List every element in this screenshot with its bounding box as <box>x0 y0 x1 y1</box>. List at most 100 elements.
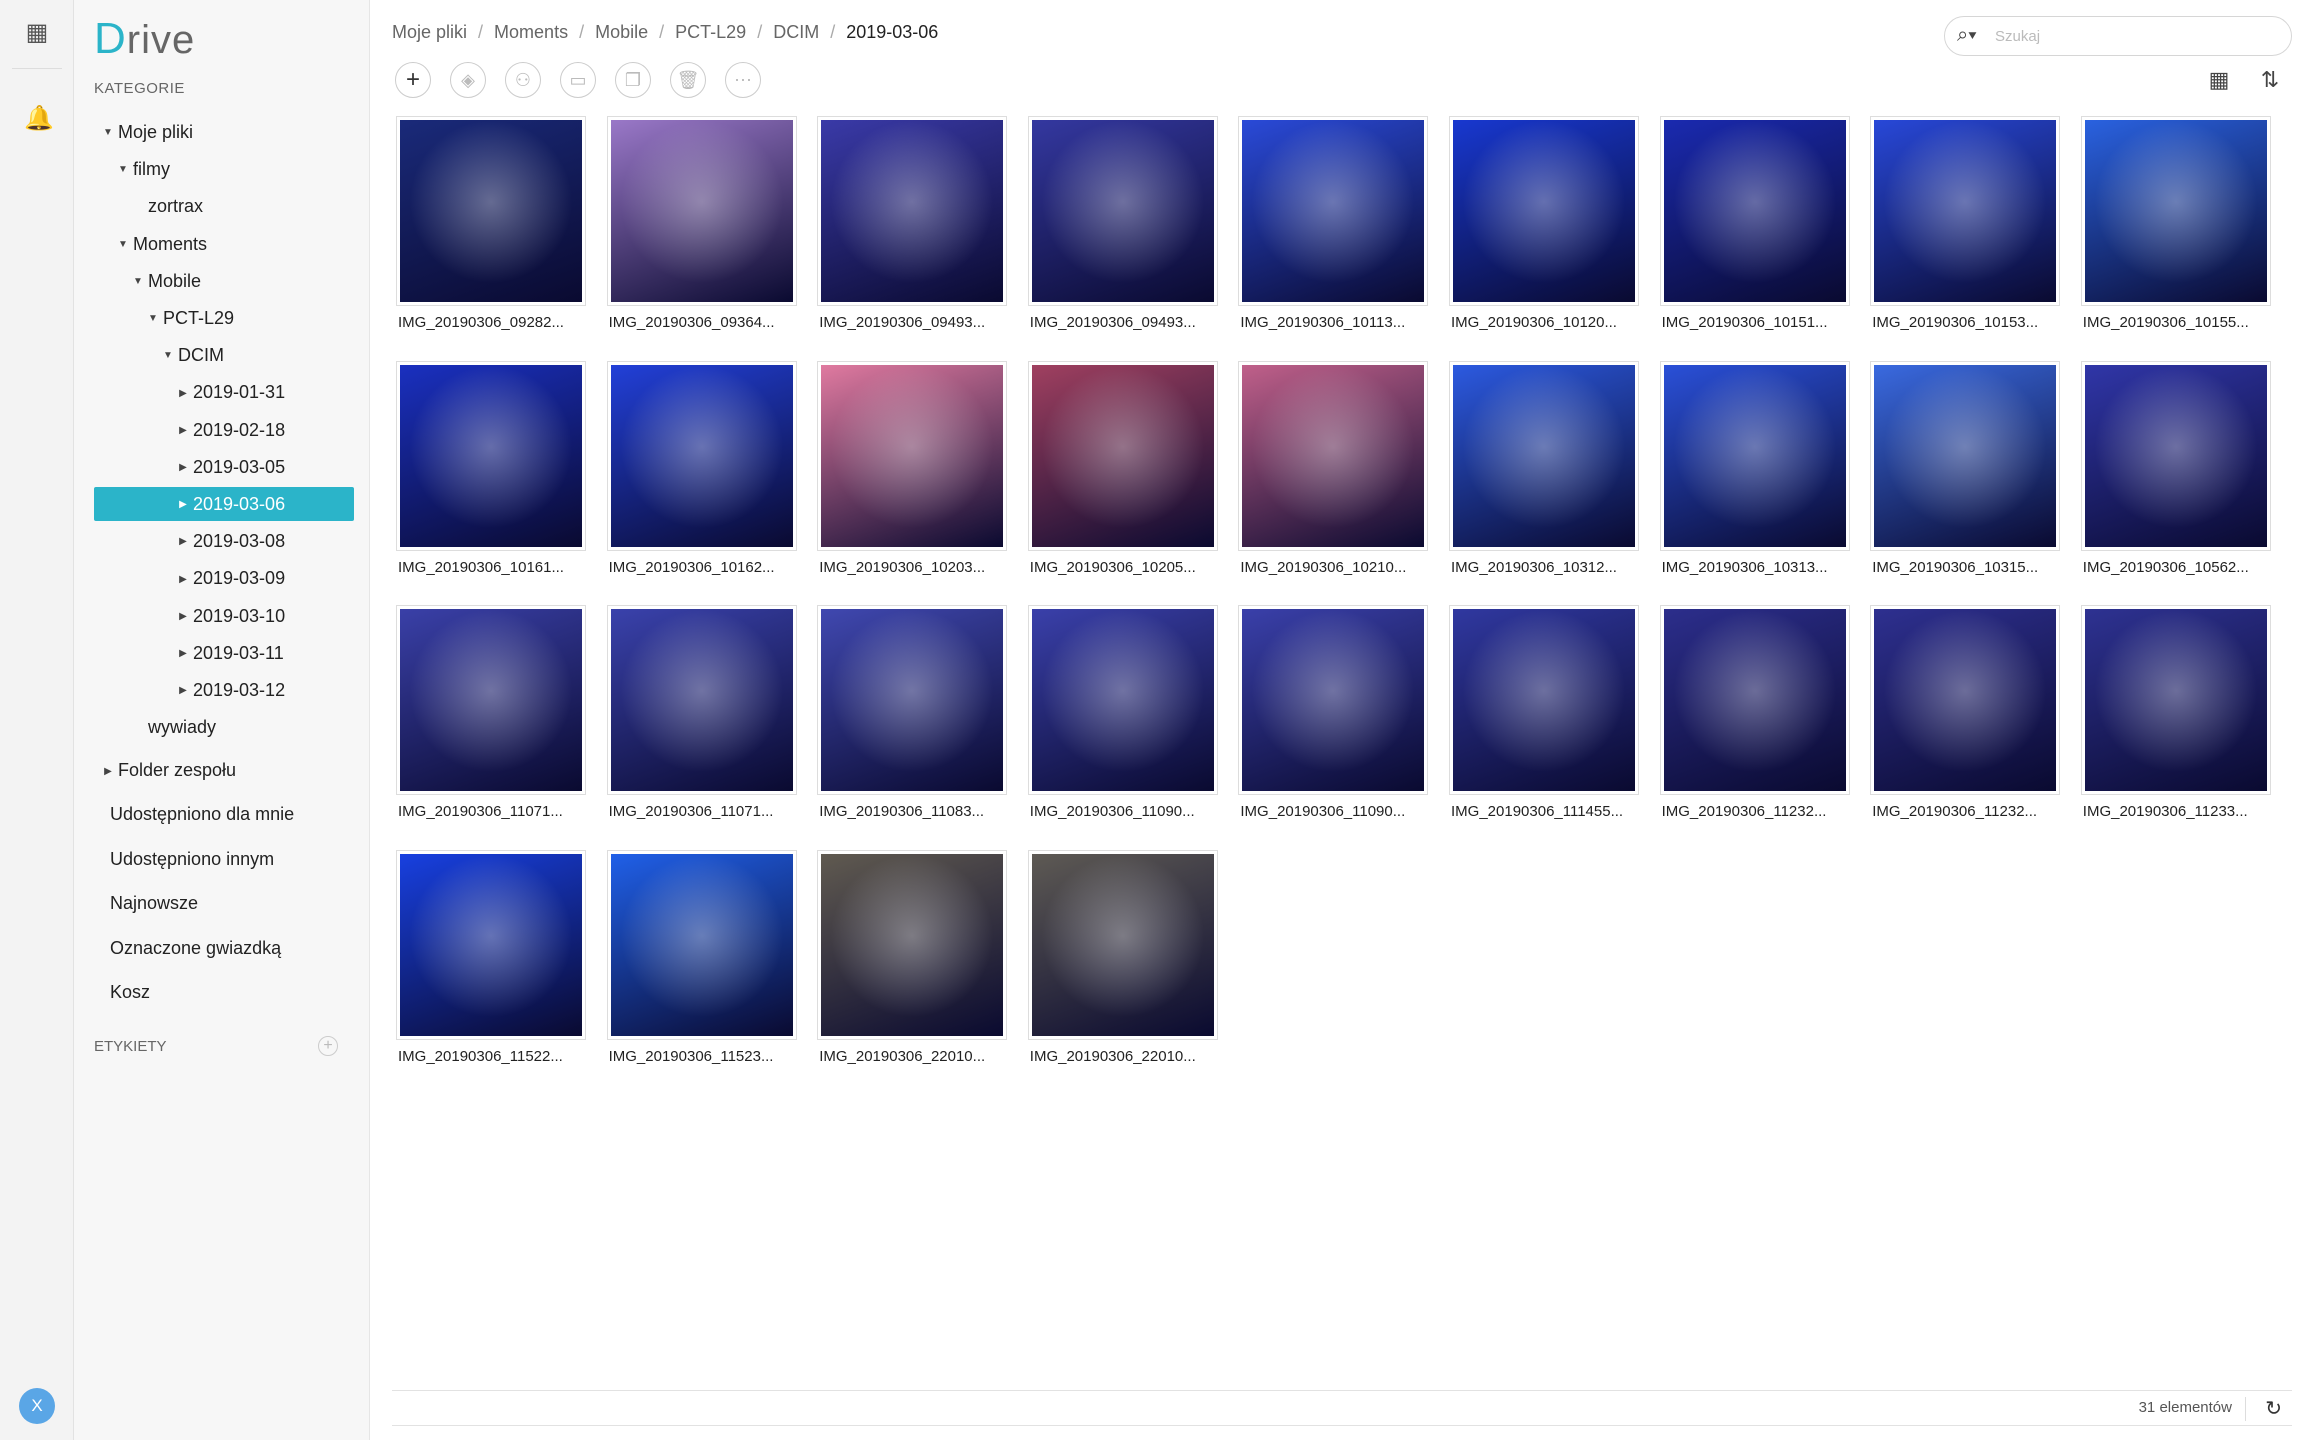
file-thumbnail[interactable] <box>2080 360 2271 551</box>
file-tile[interactable]: IMG_20190306_10205... <box>1027 360 1218 591</box>
caret-right-icon[interactable]: ▶ <box>173 488 193 522</box>
caret-right-icon[interactable]: ▶ <box>173 414 193 448</box>
file-thumbnail[interactable] <box>1870 360 2061 551</box>
file-tile[interactable]: IMG_20190306_11233... <box>2080 605 2271 835</box>
file-tile[interactable]: IMG_20190306_22010... <box>1027 849 1218 1080</box>
avatar[interactable]: X <box>19 1388 55 1424</box>
sort-icon[interactable]: ⇅ <box>2256 66 2284 94</box>
file-thumbnail[interactable] <box>1870 605 2061 795</box>
file-tile[interactable]: IMG_20190306_11232... <box>1870 605 2061 835</box>
file-thumbnail[interactable] <box>1659 605 1850 795</box>
file-thumbnail[interactable] <box>1238 605 1429 795</box>
file-thumbnail[interactable] <box>1659 116 1850 306</box>
add-tag-icon[interactable]: + <box>318 1036 338 1056</box>
file-tile[interactable]: IMG_20190306_09364... <box>606 116 797 346</box>
search-icon[interactable]: ⌕▾ <box>1957 24 1977 47</box>
caret-right-icon[interactable]: ▶ <box>98 755 118 789</box>
file-tile[interactable]: IMG_20190306_10562... <box>2080 360 2271 591</box>
tree-item[interactable]: ▼ DCIM <box>158 338 224 372</box>
file-tile[interactable]: IMG_20190306_10203... <box>817 360 1008 591</box>
file-tile[interactable]: IMG_20190306_10162... <box>606 360 797 591</box>
caret-right-icon[interactable]: ▶ <box>173 451 193 485</box>
file-tile[interactable]: IMG_20190306_11090... <box>1027 605 1218 835</box>
search-box[interactable]: ⌕▾ <box>1944 16 2292 56</box>
file-tile[interactable]: IMG_20190306_11232... <box>1659 605 1850 835</box>
caret-right-icon[interactable]: ▶ <box>173 600 193 634</box>
file-tile[interactable]: IMG_20190306_10313... <box>1659 360 1850 591</box>
file-thumbnail[interactable] <box>817 360 1008 551</box>
file-thumbnail[interactable] <box>606 116 797 306</box>
breadcrumb-item[interactable]: Mobile <box>595 22 648 43</box>
file-thumbnail[interactable] <box>1659 360 1850 551</box>
file-thumbnail[interactable] <box>1027 605 1218 795</box>
tree-item[interactable]: ▶ 2019-03-11 <box>173 636 284 670</box>
move-button[interactable]: ▭ <box>560 62 596 98</box>
caret-right-icon[interactable]: ▶ <box>173 377 193 411</box>
caret-right-icon[interactable]: ▶ <box>173 525 193 559</box>
file-thumbnail[interactable] <box>1027 849 1218 1040</box>
file-thumbnail[interactable] <box>2080 605 2271 795</box>
file-tile[interactable]: IMG_20190306_10113... <box>1238 116 1429 346</box>
tree-item[interactable]: ▶ 2019-01-31 <box>173 375 285 409</box>
tree-item[interactable]: ▶ 2019-03-05 <box>173 450 285 484</box>
tree-item[interactable]: ▶ 2019-03-10 <box>173 599 285 633</box>
tree-item[interactable]: ▼ PCT-L29 <box>143 301 234 335</box>
sidebar-link[interactable]: Udostępniono dla mnie <box>110 804 294 825</box>
add-button[interactable]: + <box>395 62 431 98</box>
file-thumbnail[interactable] <box>396 116 586 306</box>
file-thumbnail[interactable] <box>396 605 586 795</box>
file-tile[interactable]: IMG_20190306_111455... <box>1449 605 1639 835</box>
tree-item[interactable]: ▶ 2019-03-12 <box>173 673 285 707</box>
tree-item[interactable]: wywiady <box>128 710 216 744</box>
caret-down-icon[interactable]: ▼ <box>113 228 133 262</box>
file-tile[interactable]: IMG_20190306_11522... <box>396 849 586 1080</box>
caret-down-icon[interactable]: ▼ <box>143 302 163 336</box>
file-tile[interactable]: IMG_20190306_11523... <box>606 849 797 1080</box>
sidebar-link[interactable]: Oznaczone gwiazdką <box>110 938 281 959</box>
file-thumbnail[interactable] <box>1449 360 1639 551</box>
file-tile[interactable]: IMG_20190306_10210... <box>1238 360 1429 591</box>
file-tile[interactable]: IMG_20190306_11090... <box>1238 605 1429 835</box>
breadcrumb-item[interactable]: Moments <box>494 22 568 43</box>
tree-item[interactable]: ▶ 2019-03-06 <box>94 487 354 521</box>
sidebar-link[interactable]: Kosz <box>110 982 150 1003</box>
tree-item[interactable]: ▶ Folder zespołu <box>98 753 236 787</box>
file-thumbnail[interactable] <box>1449 605 1639 795</box>
breadcrumb-item[interactable]: Moje pliki <box>392 22 467 43</box>
file-tile[interactable]: IMG_20190306_10161... <box>396 360 586 591</box>
file-thumbnail[interactable] <box>2080 116 2271 306</box>
file-tile[interactable]: IMG_20190306_11071... <box>606 605 797 835</box>
tree-item[interactable]: ▼ Moments <box>113 227 207 261</box>
file-tile[interactable]: IMG_20190306_10315... <box>1870 360 2061 591</box>
file-thumbnail[interactable] <box>1449 116 1639 306</box>
file-thumbnail[interactable] <box>1027 360 1218 551</box>
tree-item[interactable]: ▼ Mobile <box>128 264 201 298</box>
caret-right-icon[interactable]: ▶ <box>173 674 193 708</box>
file-thumbnail[interactable] <box>396 360 586 551</box>
file-tile[interactable]: IMG_20190306_10120... <box>1449 116 1639 346</box>
sidebar-link[interactable]: Najnowsze <box>110 893 198 914</box>
refresh-icon[interactable]: ↻ <box>2265 1396 2282 1421</box>
file-thumbnail[interactable] <box>1027 116 1218 306</box>
breadcrumb-item[interactable]: DCIM <box>773 22 819 43</box>
caret-right-icon[interactable]: ▶ <box>173 563 193 597</box>
tree-item[interactable]: zortrax <box>128 189 203 223</box>
file-tile[interactable]: IMG_20190306_09493... <box>817 116 1008 346</box>
file-tile[interactable]: IMG_20190306_10312... <box>1449 360 1639 591</box>
file-thumbnail[interactable] <box>817 116 1008 306</box>
search-input[interactable] <box>1995 26 2275 46</box>
caret-right-icon[interactable]: ▶ <box>173 637 193 671</box>
grid-view-icon[interactable]: ▦ <box>2205 66 2233 94</box>
file-tile[interactable]: IMG_20190306_09282... <box>396 116 586 346</box>
app-logo[interactable]: Drive <box>94 14 195 64</box>
file-thumbnail[interactable] <box>606 605 797 795</box>
tree-item[interactable]: ▶ 2019-02-18 <box>173 413 285 447</box>
file-tile[interactable]: IMG_20190306_11083... <box>817 605 1008 835</box>
more-button[interactable]: ⋯ <box>725 62 761 98</box>
caret-down-icon[interactable]: ▼ <box>113 153 133 187</box>
breadcrumb-item[interactable]: PCT-L29 <box>675 22 746 43</box>
file-tile[interactable]: IMG_20190306_10151... <box>1659 116 1850 346</box>
file-thumbnail[interactable] <box>1238 116 1429 306</box>
caret-down-icon[interactable]: ▼ <box>98 116 118 150</box>
file-thumbnail[interactable] <box>817 605 1008 795</box>
